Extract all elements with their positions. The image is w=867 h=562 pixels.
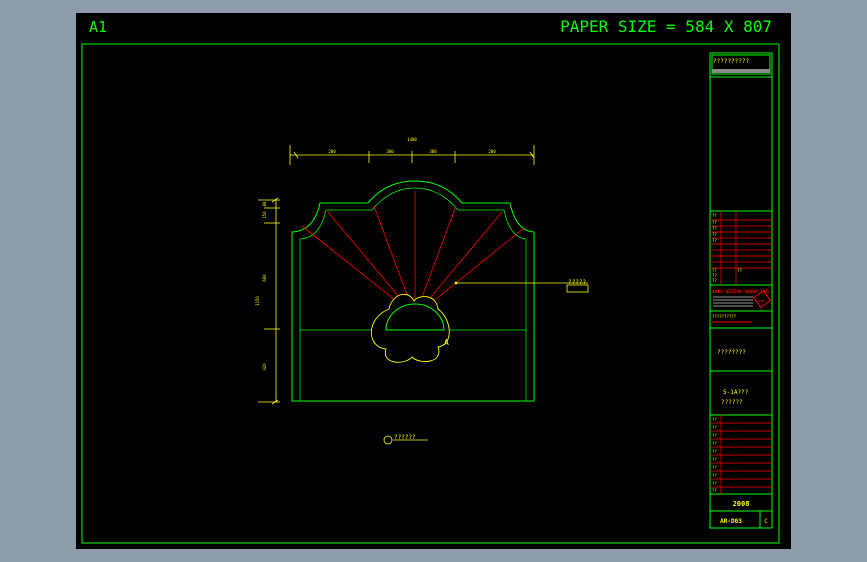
project-line: ?????????? xyxy=(712,314,737,319)
revision-table xyxy=(710,211,772,285)
table-a-row-1: ?? xyxy=(712,213,717,218)
drawing-number: AR-D03 xyxy=(720,518,742,525)
segment-dimension-4: 200 xyxy=(488,149,496,154)
width-dimension-text: 1400 xyxy=(407,137,417,142)
table-b-row-2: ?? xyxy=(712,425,717,430)
paper-size-label: PAPER SIZE = 584 X 807 xyxy=(560,17,772,36)
table-b-row-10: ?? xyxy=(712,488,717,493)
table-b-row-4: ?? xyxy=(712,441,717,446)
company-line: XXXX DESIGN GROUP LTD xyxy=(712,289,769,295)
table-a-row-4: ?? xyxy=(712,232,717,237)
top-dimension xyxy=(289,145,535,165)
drawing-sheet: A1 PAPER SIZE = 584 X 807 1400 200 300 3… xyxy=(76,13,791,549)
signature-table xyxy=(710,415,772,494)
table-b-row-8: ?? xyxy=(712,473,717,478)
table-b-row-5: ?? xyxy=(712,449,717,454)
drawing-title-2: ?????? xyxy=(721,399,743,406)
revision-label: C xyxy=(764,518,768,525)
height-dimension-text: 1150 xyxy=(255,296,260,306)
side-dimension xyxy=(258,197,280,405)
side-dimension-4: 320 xyxy=(262,363,267,371)
drawing-title-1: 5-1A??? xyxy=(723,389,749,396)
drawing-border xyxy=(81,43,780,544)
side-dimension-1: 80 xyxy=(262,201,267,206)
table-b-row-1: ?? xyxy=(712,417,717,422)
stamp-label: 2008 xyxy=(757,299,764,303)
table-b-row-7: ?? xyxy=(712,465,717,470)
year-label: 2008 xyxy=(733,500,750,508)
headboard-outline xyxy=(291,180,535,402)
sheet-size-label: A1 xyxy=(89,18,107,36)
table-b-row-6: ?? xyxy=(712,457,717,462)
cad-drawing: A1 PAPER SIZE = 584 X 807 1400 200 300 3… xyxy=(81,17,780,544)
headboard-elevation: 1400 200 300 300 200 1150 80 150 600 320 xyxy=(255,137,589,445)
segment-dimension-1: 200 xyxy=(328,149,336,154)
side-dimension-2: 150 xyxy=(262,211,267,219)
table-a-row-2: ?? xyxy=(712,220,717,225)
table-a-row-3: ?? xyxy=(712,226,717,231)
side-dimension-3: 600 xyxy=(262,274,267,282)
table-b-row-9: ?? xyxy=(712,481,717,486)
company-logo-lines xyxy=(713,296,753,307)
section-marker: A xyxy=(444,338,449,347)
title-header-text: ?????????? xyxy=(713,58,750,65)
table-a-row-9: ?? xyxy=(737,268,742,273)
segment-dimension-2: 300 xyxy=(386,149,394,154)
table-b-row-3: ?? xyxy=(712,433,717,438)
scale-note-text: ?????? xyxy=(394,434,416,441)
title-block: ?????????? ?? ?? ?? ?? ?? ?? ?? ?? ?? XX… xyxy=(709,52,773,529)
title-header-bar xyxy=(712,69,770,73)
segment-dimension-3: 300 xyxy=(429,149,437,154)
drawing-name: ???????? xyxy=(717,349,746,356)
leader-note-text: ????? xyxy=(568,279,586,286)
table-a-row-8: ?? xyxy=(712,278,717,283)
table-a-row-5: ?? xyxy=(712,238,717,243)
